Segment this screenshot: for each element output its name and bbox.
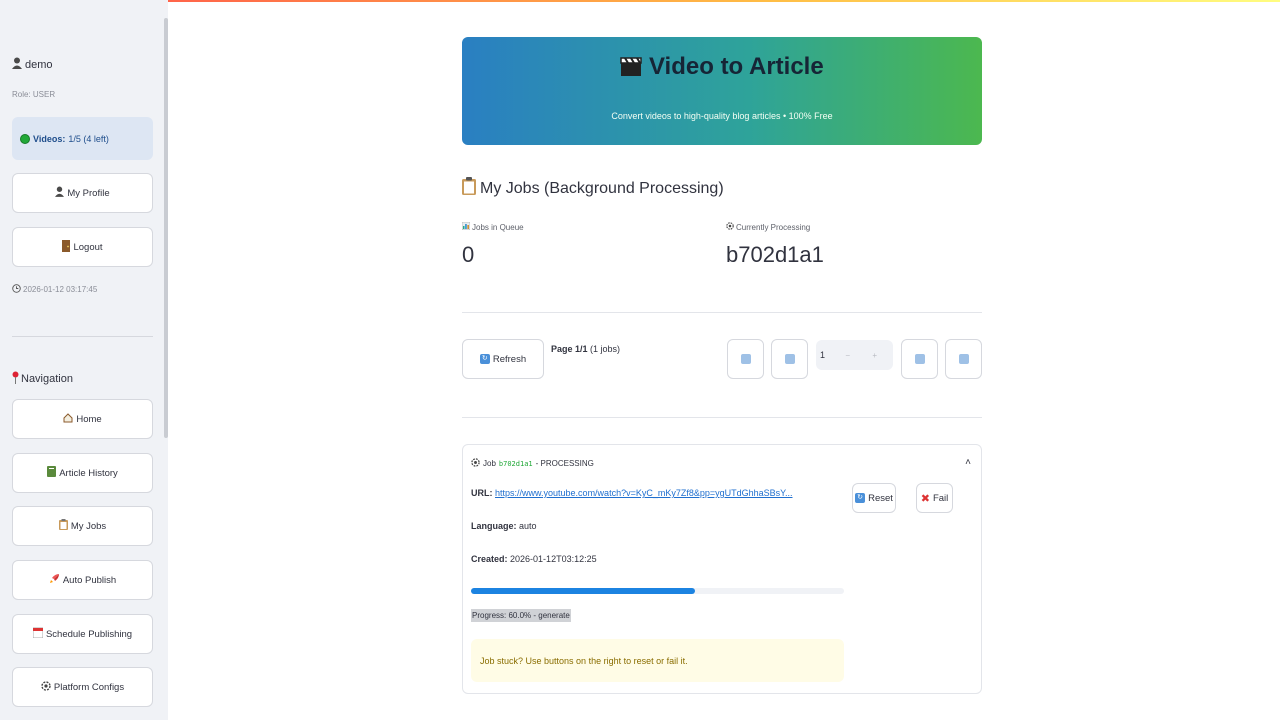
calendar-icon bbox=[32, 627, 44, 641]
nav-platform-configs-button[interactable]: Platform Configs bbox=[12, 667, 153, 707]
logout-button[interactable]: Logout bbox=[12, 227, 153, 267]
processing-metric-label: Currently Processing bbox=[726, 222, 810, 232]
next-page-button[interactable] bbox=[901, 339, 938, 379]
video-quota-badge: Videos: 1/5 (4 left) bbox=[12, 117, 153, 160]
rocket-icon bbox=[49, 573, 60, 587]
top-decoration-bar bbox=[0, 0, 1280, 2]
job-status: - PROCESSING bbox=[535, 459, 594, 468]
door-icon bbox=[62, 239, 71, 255]
nav-schedule-publishing-button[interactable]: Schedule Publishing bbox=[12, 614, 153, 654]
hero-banner: Video to Article Convert videos to high-… bbox=[462, 37, 982, 145]
house-icon bbox=[63, 412, 73, 426]
app-subtitle: Convert videos to high-quality blog arti… bbox=[611, 111, 833, 121]
nav-my-jobs-button[interactable]: My Jobs bbox=[12, 506, 153, 546]
job-id: b702d1a1 bbox=[498, 459, 533, 468]
app-title: Video to Article bbox=[462, 53, 982, 81]
navigation-heading: Navigation bbox=[12, 371, 73, 387]
nav-home-button[interactable]: Home bbox=[12, 399, 153, 439]
gear-icon bbox=[471, 458, 480, 469]
nav-article-history-button[interactable]: Article History bbox=[12, 453, 153, 493]
user-icon bbox=[55, 186, 65, 200]
nav-auto-publish-button[interactable]: Auto Publish bbox=[12, 560, 153, 600]
sidebar-divider bbox=[12, 336, 153, 337]
next-page-icon bbox=[914, 354, 925, 364]
my-profile-button[interactable]: My Profile bbox=[12, 173, 153, 213]
refresh-icon: ↻ bbox=[479, 354, 490, 364]
clock-icon bbox=[12, 284, 21, 295]
first-page-icon bbox=[740, 354, 751, 364]
job-progress-fill bbox=[471, 588, 695, 594]
job-language-row: Language: auto bbox=[471, 521, 537, 531]
page-indicator: Page 1/1 (1 jobs) bbox=[551, 344, 621, 354]
processing-metric-value: b702d1a1 bbox=[726, 242, 824, 267]
previous-page-button[interactable] bbox=[771, 339, 808, 379]
job-url-link[interactable]: https://www.youtube.com/watch?v=KyC_mKy7… bbox=[495, 488, 792, 498]
sidebar-scrollbar[interactable] bbox=[164, 18, 168, 438]
job-card-header[interactable]: Job b702d1a1 - PROCESSING bbox=[471, 458, 594, 469]
job-card: Job b702d1a1 - PROCESSING ˄ URL: https:/… bbox=[462, 444, 982, 694]
stepper-controls[interactable]: − + bbox=[845, 351, 887, 360]
user-name: demo bbox=[12, 57, 53, 72]
last-page-icon bbox=[958, 354, 969, 364]
job-progress-bar bbox=[471, 588, 844, 594]
book-icon bbox=[47, 466, 57, 480]
job-created-row: Created: 2026-01-12T03:12:25 bbox=[471, 554, 597, 564]
collapse-chevron-icon[interactable]: ˄ bbox=[965, 457, 971, 468]
previous-page-icon bbox=[784, 354, 795, 364]
user-icon bbox=[12, 57, 22, 72]
session-timestamp: 2026-01-12 03:17:45 bbox=[12, 284, 97, 295]
clapperboard-icon bbox=[620, 53, 649, 80]
queue-metric-label: Jobs in Queue bbox=[461, 221, 524, 232]
job-progress-label: Progress: 60.0% - generate bbox=[471, 609, 571, 622]
refresh-button[interactable]: ↻ Refresh bbox=[462, 339, 544, 379]
page-title: My Jobs (Background Processing) bbox=[462, 177, 724, 200]
clipboard-icon bbox=[58, 519, 68, 533]
pin-icon bbox=[12, 371, 19, 387]
refresh-icon: ↻ bbox=[855, 493, 866, 503]
cross-icon: ✖ bbox=[920, 492, 930, 505]
stuck-warning: Job stuck? Use buttons on the right to r… bbox=[471, 639, 844, 682]
green-circle-icon bbox=[20, 133, 30, 144]
page-number-input[interactable]: 1 − + bbox=[816, 340, 893, 370]
bar-chart-icon bbox=[461, 221, 471, 232]
gear-icon bbox=[726, 222, 734, 232]
sidebar: demo Role: USER Videos: 1/5 (4 left) My … bbox=[0, 0, 168, 720]
last-page-button[interactable] bbox=[945, 339, 982, 379]
divider bbox=[462, 312, 982, 313]
reset-button[interactable]: ↻ Reset bbox=[852, 483, 896, 513]
job-url-row: URL: https://www.youtube.com/watch?v=KyC… bbox=[471, 488, 793, 498]
queue-metric-value: 0 bbox=[462, 242, 475, 267]
first-page-button[interactable] bbox=[727, 339, 764, 379]
gear-icon bbox=[41, 680, 51, 694]
user-role: Role: USER bbox=[12, 90, 56, 99]
fail-button[interactable]: ✖ Fail bbox=[916, 483, 953, 513]
divider bbox=[462, 417, 982, 418]
clipboard-icon bbox=[462, 177, 476, 200]
